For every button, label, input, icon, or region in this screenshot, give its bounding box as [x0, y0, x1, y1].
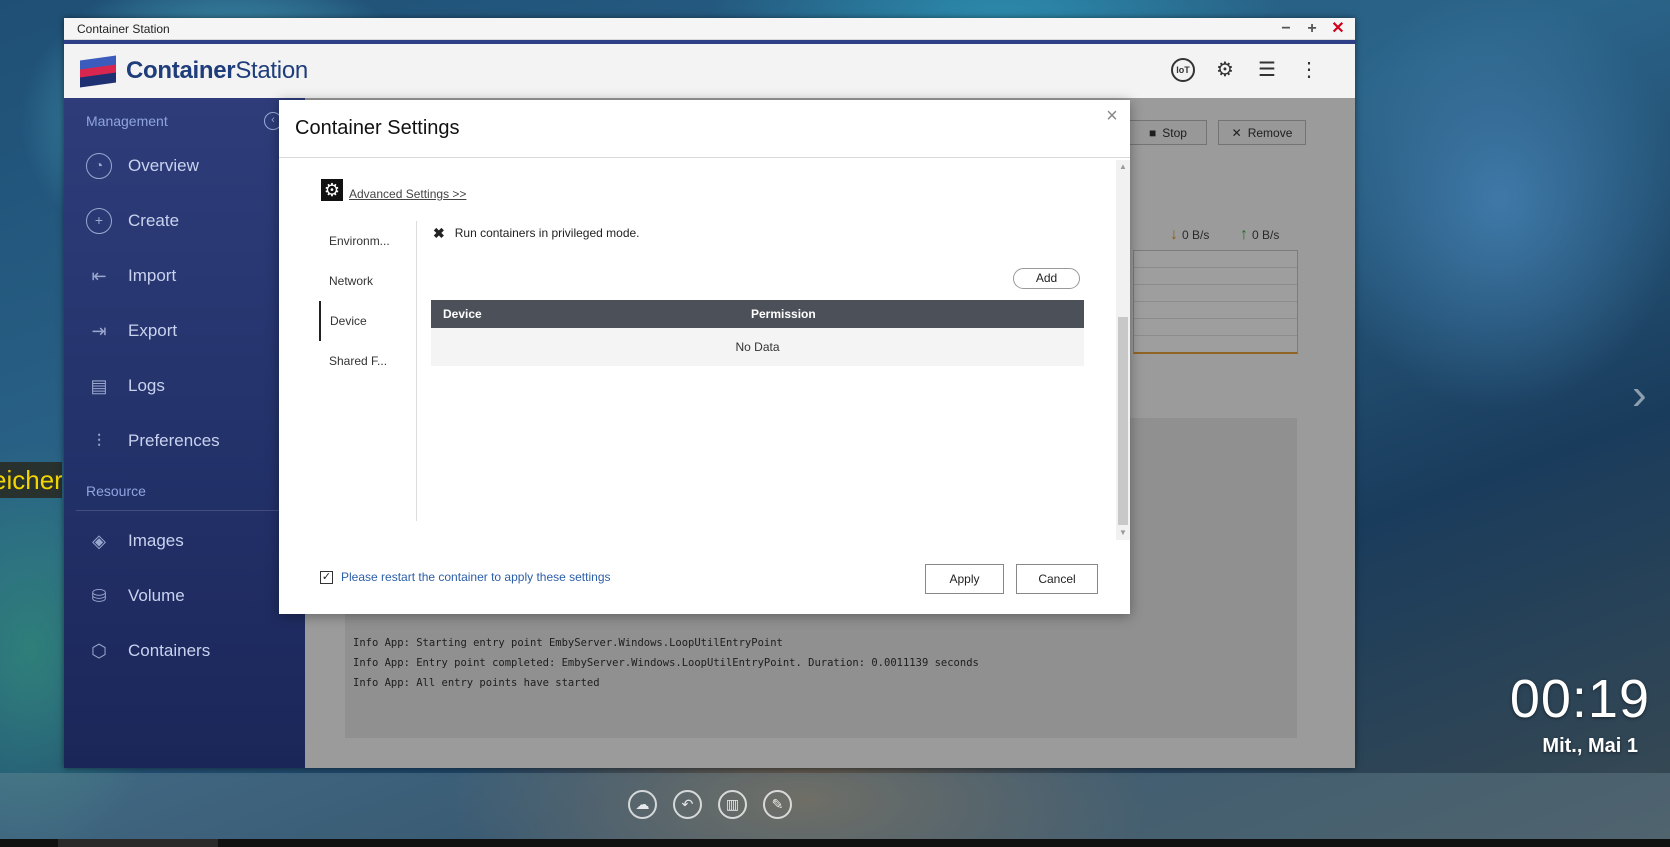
privileged-mode-x-icon[interactable]: ✖: [433, 225, 445, 242]
privileged-mode-row[interactable]: ✖ Run containers in privileged mode.: [431, 221, 1101, 245]
minimize-button[interactable]: −: [1279, 20, 1293, 36]
book-icon[interactable]: ▥: [718, 790, 747, 819]
sidebar-item-images[interactable]: ◈ Images: [64, 513, 305, 568]
sidebar-item-label: Import: [128, 265, 177, 285]
add-device-button[interactable]: Add: [1013, 268, 1080, 289]
window-titlebar[interactable]: Container Station − + ✕: [64, 18, 1355, 40]
container-settings-dialog: Container Settings × ⚙ Advanced Settings…: [279, 100, 1130, 614]
dialog-title: Container Settings: [295, 117, 460, 139]
taskbar-item[interactable]: [58, 839, 218, 847]
iot-icon[interactable]: IoT: [1171, 58, 1195, 82]
stack-icon[interactable]: ☰: [1255, 58, 1279, 82]
column-header-permission[interactable]: Permission: [751, 307, 1084, 321]
sidebar-item-containers[interactable]: ⬡ Containers: [64, 623, 305, 678]
gear-icon[interactable]: ⚙: [1213, 58, 1237, 82]
device-settings-pane: ✖ Run containers in privileged mode. Add…: [431, 221, 1101, 366]
dock-icon-group: ☁ ↶ ▥ ✎: [628, 790, 792, 819]
sidebar-item-label: Logs: [128, 375, 165, 395]
sidebar-item-label: Overview: [128, 155, 199, 175]
sidebar-item-import[interactable]: ⇤ Import: [64, 248, 305, 303]
layers-icon: ◈: [92, 530, 106, 551]
scrollbar-thumb[interactable]: [1118, 317, 1128, 525]
dialog-scrollbar[interactable]: ▲ ▼: [1116, 160, 1130, 540]
dialog-footer: ✓ Please restart the container to apply …: [279, 546, 1130, 606]
restart-checkbox[interactable]: ✓: [320, 570, 333, 584]
column-header-device[interactable]: Device: [431, 307, 751, 321]
taskbar: [0, 839, 1670, 847]
sidebar-item-export[interactable]: ⇥ Export: [64, 303, 305, 358]
scroll-down-icon[interactable]: ▼: [1116, 526, 1130, 540]
sidebar-item-label: Containers: [128, 640, 211, 660]
sidebar-item-create[interactable]: + Create: [64, 193, 305, 248]
cylinder-icon: ⛁: [91, 585, 107, 606]
table-header: Device Permission: [431, 300, 1084, 328]
sidebar-section-label: Resource: [86, 483, 146, 499]
tab-environment[interactable]: Environm...: [319, 221, 416, 261]
header-icon-group: IoT ⚙ ☰ ⋮: [1171, 58, 1321, 82]
sidebar-section-resource: Resource: [64, 474, 305, 508]
tab-network[interactable]: Network: [319, 261, 416, 301]
document-icon: ▤: [90, 375, 108, 396]
desktop-clock-time: 00:19: [1509, 669, 1650, 729]
desktop-dock: [0, 773, 1670, 839]
sidebar-item-preferences[interactable]: ⫶ Preferences: [64, 413, 305, 468]
sidebar: Management ‹ ◔ Overview + Create ⇤ Impor…: [64, 98, 305, 768]
export-icon: ⇥: [91, 320, 107, 341]
maximize-button[interactable]: +: [1305, 20, 1319, 36]
sidebar-item-label: Preferences: [128, 430, 220, 450]
sidebar-section-management: Management ‹: [64, 104, 305, 138]
cloud-icon[interactable]: ☁: [628, 790, 657, 819]
gauge-icon: ◔: [86, 152, 112, 179]
notes-icon[interactable]: ✎: [763, 790, 792, 819]
more-icon[interactable]: ⋮: [1297, 58, 1321, 82]
device-table: Device Permission No Data: [431, 300, 1084, 366]
container-station-logo-icon: [80, 55, 116, 88]
desktop-widget-label: eicher: [0, 462, 62, 498]
dialog-header: Container Settings ×: [279, 100, 1130, 158]
dialog-close-icon[interactable]: ×: [1102, 106, 1122, 126]
table-empty-message: No Data: [431, 328, 1084, 366]
brand-bold: Container: [126, 57, 236, 84]
sidebar-item-logs[interactable]: ▤ Logs: [64, 358, 305, 413]
close-window-button[interactable]: ✕: [1331, 20, 1345, 36]
sidebar-item-label: Volume: [128, 585, 185, 605]
gear-icon: ⚙: [321, 179, 343, 201]
settings-tabs: Environm... Network Device Shared F...: [319, 221, 417, 521]
privileged-mode-label: Run containers in privileged mode.: [454, 226, 640, 240]
desktop-next-arrow-icon[interactable]: ›: [1632, 372, 1662, 418]
window-title: Container Station: [77, 21, 170, 36]
plus-icon: +: [86, 207, 112, 234]
app-header: ContainerStation: [64, 44, 1355, 98]
dialog-body: ⚙ Advanced Settings >> Environm... Netwo…: [279, 159, 1113, 539]
sliders-icon: ⫶: [96, 430, 102, 451]
sidebar-divider: [76, 510, 293, 511]
sidebar-item-label: Create: [128, 210, 180, 230]
sidebar-section-label: Management: [86, 113, 168, 129]
apply-button[interactable]: Apply: [925, 564, 1004, 594]
restart-notice-text: Please restart the container to apply th…: [341, 570, 611, 584]
sidebar-item-overview[interactable]: ◔ Overview: [64, 138, 305, 193]
tab-device[interactable]: Device: [319, 301, 416, 341]
tab-shared-folders[interactable]: Shared F...: [319, 341, 416, 381]
import-icon: ⇤: [91, 265, 107, 286]
sidebar-item-volume[interactable]: ⛁ Volume: [64, 568, 305, 623]
advanced-settings-link[interactable]: Advanced Settings >>: [349, 187, 466, 201]
advanced-settings-row: ⚙ Advanced Settings >>: [321, 179, 466, 201]
back-icon[interactable]: ↶: [673, 790, 702, 819]
cancel-button[interactable]: Cancel: [1016, 564, 1098, 594]
scroll-up-icon[interactable]: ▲: [1116, 160, 1130, 174]
restart-notice: ✓ Please restart the container to apply …: [320, 570, 611, 584]
cube-icon: ⬡: [91, 640, 107, 661]
sidebar-item-label: Images: [128, 530, 184, 550]
app-brand: ContainerStation: [126, 57, 308, 85]
brand-regular: Station: [235, 57, 308, 84]
desktop-clock-date: Mit., Mai 1: [1542, 735, 1638, 757]
sidebar-item-label: Export: [128, 320, 178, 340]
